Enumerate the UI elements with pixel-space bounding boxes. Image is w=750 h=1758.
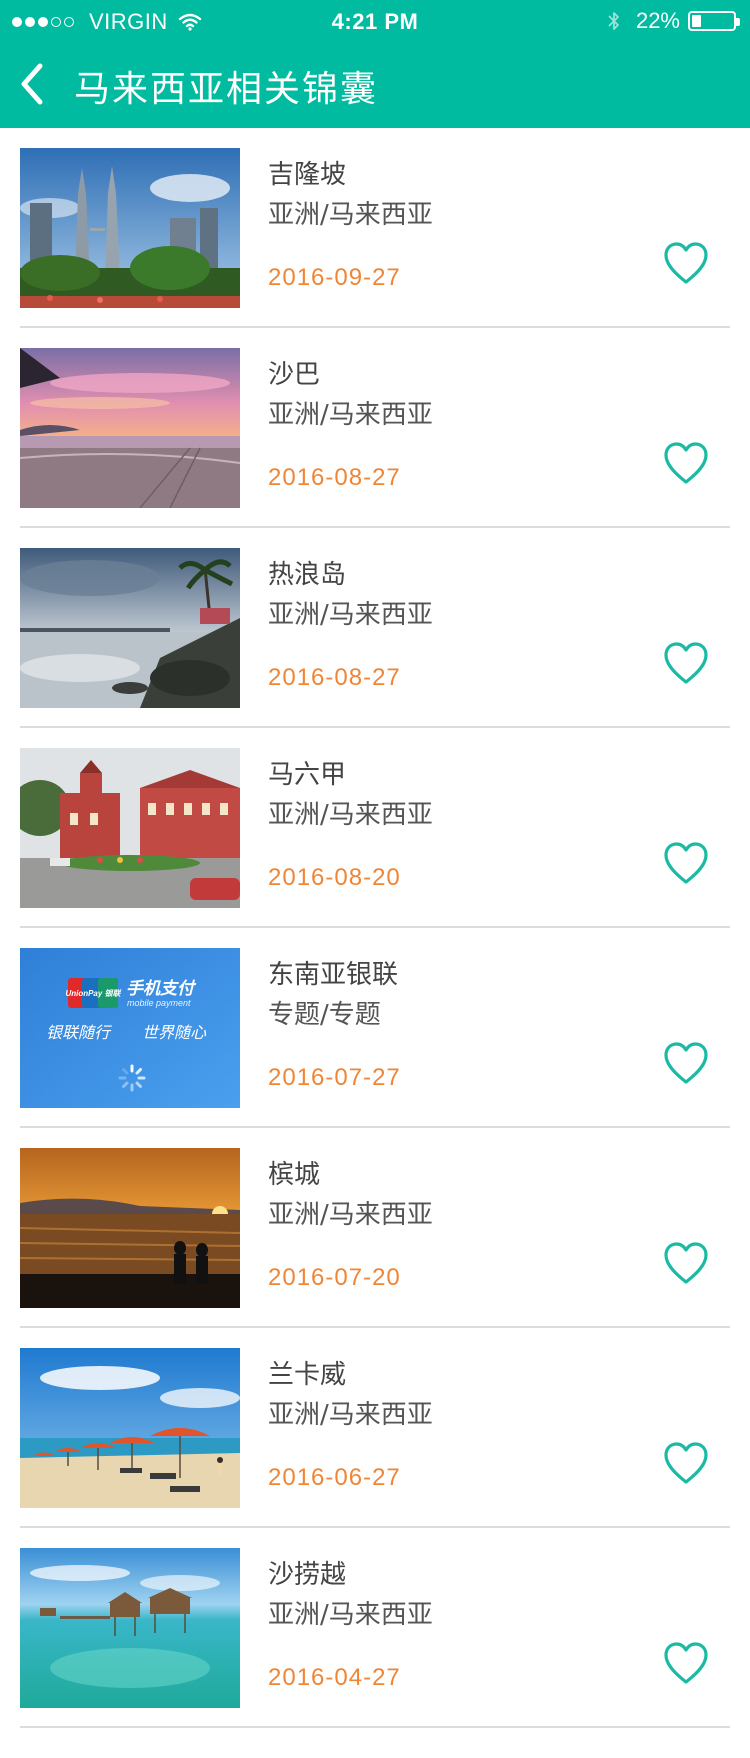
heart-outline-icon[interactable] [662, 840, 710, 886]
status-bar: VIRGIN 4:21 PM 22% [0, 0, 750, 40]
battery-fill [692, 15, 701, 27]
list-item[interactable]: 沙巴 亚洲/马来西亚 2016-08-27 [0, 328, 750, 528]
heart-outline-icon[interactable] [662, 240, 710, 286]
thumbnail-penang [20, 1148, 240, 1308]
list-item[interactable]: 热浪岛 亚洲/马来西亚 2016-08-27 [0, 528, 750, 728]
bluetooth-icon [608, 12, 619, 30]
list-item[interactable]: 吉隆坡 亚洲/马来西亚 2016-09-27 [0, 128, 750, 328]
list-item[interactable]: 兰卡威 亚洲/马来西亚 2016-06-27 [0, 1328, 750, 1528]
thumbnail-sarawak [20, 1548, 240, 1708]
heart-outline-icon[interactable] [662, 1440, 710, 1486]
item-region: 亚洲/马来西亚 [268, 800, 433, 830]
divider [20, 1726, 730, 1728]
list-item[interactable]: UnionPay 银联 手机支付 mobile payment 银联随行 世界随… [0, 928, 750, 1128]
item-date: 2016-09-27 [268, 264, 401, 291]
page-title: 马来西亚相关锦囊 [74, 69, 379, 110]
item-date: 2016-08-27 [268, 464, 401, 491]
item-name: 吉隆坡 [268, 160, 347, 190]
thumbnail-langkawi [20, 1348, 240, 1508]
item-name: 兰卡威 [268, 1360, 347, 1390]
item-date: 2016-07-27 [268, 1064, 401, 1091]
unionpay-title: 手机支付 [126, 979, 197, 999]
item-date: 2016-04-27 [268, 1664, 401, 1691]
list-item[interactable]: 槟城 亚洲/马来西亚 2016-07-20 [0, 1128, 750, 1328]
item-region: 专题/专题 [268, 1000, 381, 1030]
heart-outline-icon[interactable] [662, 440, 710, 486]
unionpay-slogan-left: 银联随行 [46, 1023, 112, 1042]
thumbnail-malacca [20, 748, 240, 908]
thumbnail-sabah [20, 348, 240, 508]
item-name: 东南亚银联 [268, 960, 399, 990]
heart-outline-icon[interactable] [662, 1640, 710, 1686]
battery-percentage: 22% [635, 8, 680, 33]
item-date: 2016-08-20 [268, 864, 401, 891]
status-right: 22% [606, 8, 740, 34]
item-region: 亚洲/马来西亚 [268, 400, 433, 430]
item-name: 沙巴 [268, 360, 321, 390]
item-date: 2016-06-27 [268, 1464, 401, 1491]
heart-outline-icon[interactable] [662, 1040, 710, 1086]
item-name: 沙捞越 [268, 1560, 347, 1590]
nav-bar: 马来西亚相关锦囊 [0, 40, 750, 128]
unionpay-subtitle: mobile payment [127, 998, 191, 1008]
item-region: 亚洲/马来西亚 [268, 1200, 433, 1230]
list-item[interactable]: 马六甲 亚洲/马来西亚 2016-08-20 [0, 728, 750, 928]
item-name: 槟城 [268, 1160, 321, 1190]
heart-outline-icon[interactable] [662, 640, 710, 686]
guide-list: 吉隆坡 亚洲/马来西亚 2016-09-27 沙巴 亚洲/马来西亚 2016-0… [0, 128, 750, 1728]
item-date: 2016-07-20 [268, 1264, 401, 1291]
item-region: 亚洲/马来西亚 [268, 1400, 433, 1430]
thumbnail-redang [20, 548, 240, 708]
chevron-left-icon[interactable] [14, 58, 54, 110]
unionpay-slogan-right: 世界随心 [142, 1023, 207, 1042]
item-name: 热浪岛 [268, 560, 347, 590]
item-region: 亚洲/马来西亚 [268, 600, 433, 630]
item-region: 亚洲/马来西亚 [268, 200, 433, 230]
thumbnail-kuala-lumpur [20, 148, 240, 308]
thumbnail-unionpay: UnionPay 银联 手机支付 mobile payment 银联随行 世界随… [20, 948, 240, 1108]
item-name: 马六甲 [268, 760, 347, 790]
app-header: VIRGIN 4:21 PM 22% 马来西亚相关锦囊 [0, 0, 750, 128]
item-region: 亚洲/马来西亚 [268, 1600, 433, 1630]
heart-outline-icon[interactable] [662, 1240, 710, 1286]
list-item[interactable]: 沙捞越 亚洲/马来西亚 2016-04-27 [0, 1528, 750, 1728]
item-date: 2016-08-27 [268, 664, 401, 691]
battery-icon [688, 11, 740, 31]
unionpay-logo-text: UnionPay 银联 [65, 989, 121, 998]
